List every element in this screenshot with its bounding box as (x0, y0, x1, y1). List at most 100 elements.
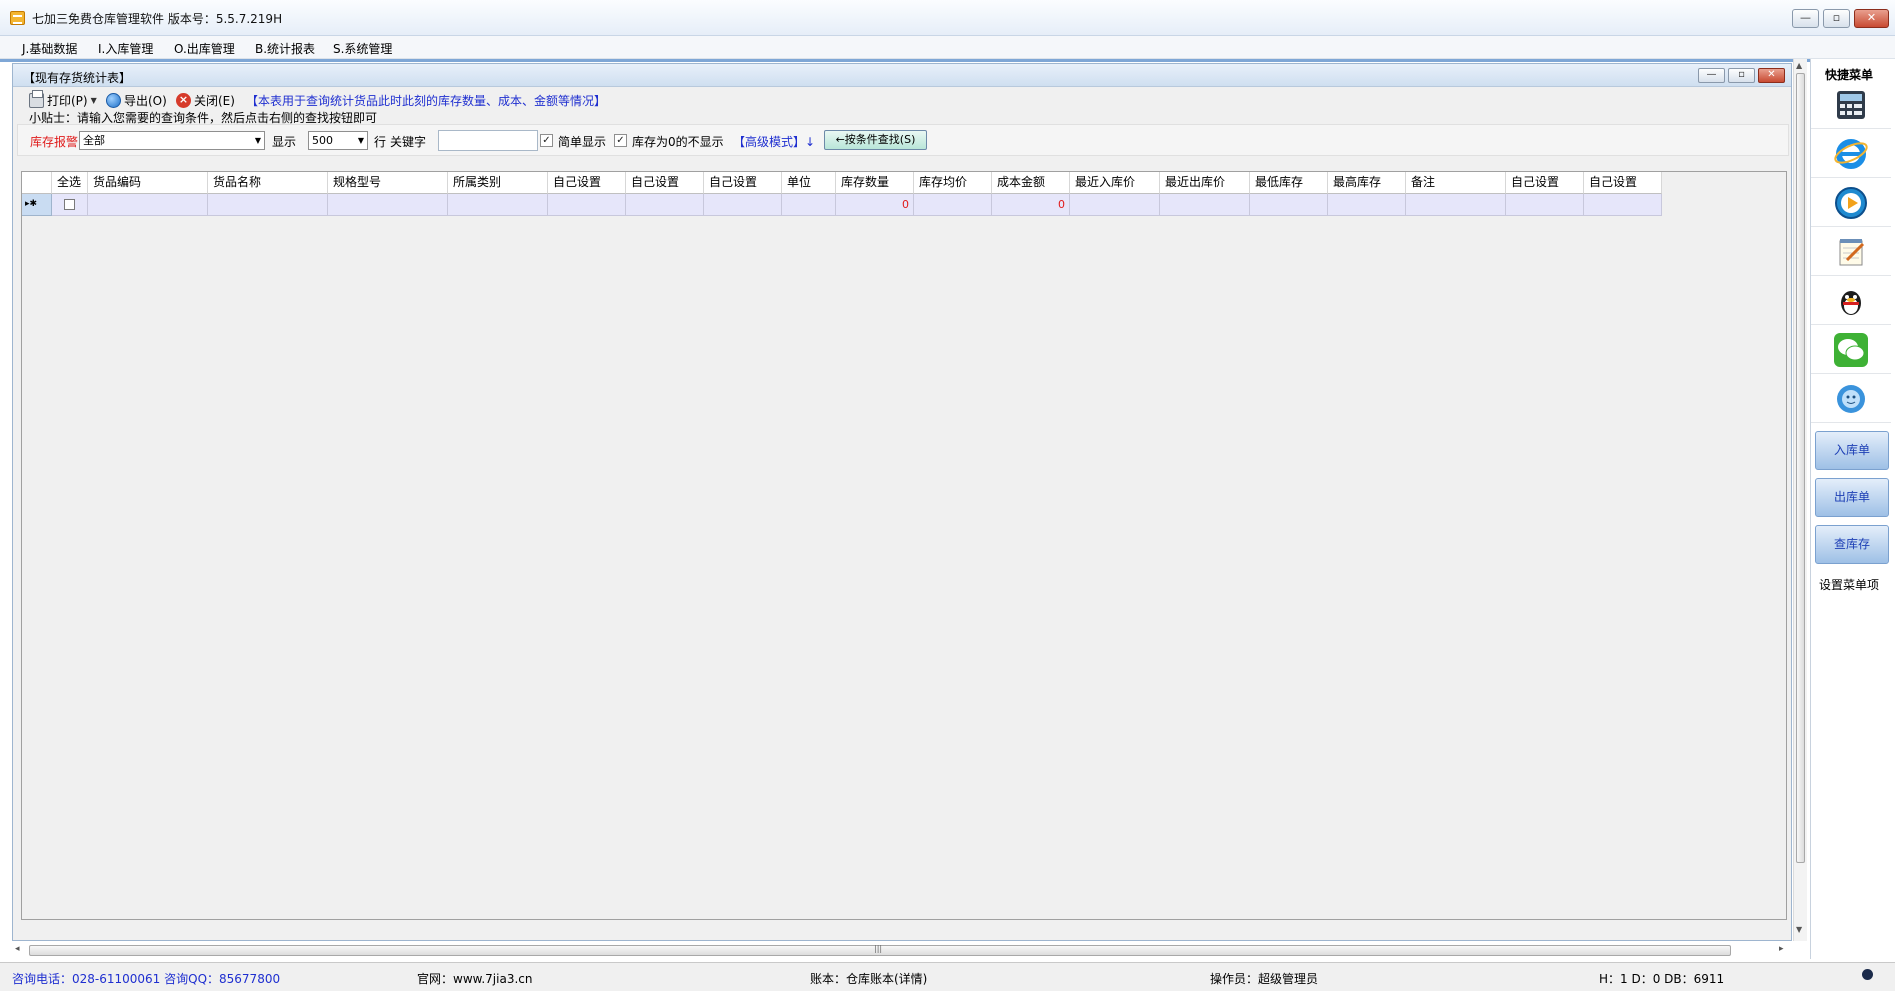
cell-last-in-price[interactable] (1070, 194, 1160, 216)
maximize-button[interactable]: ▫ (1823, 9, 1850, 28)
stock-alarm-value: 全部 (83, 134, 105, 147)
globe-icon (106, 93, 121, 108)
search-button[interactable]: ←按条件查找(S) (824, 130, 927, 150)
cell-item-name[interactable] (208, 194, 328, 216)
menu-outbound[interactable]: O.出库管理 (174, 40, 235, 57)
cell-custom-5[interactable] (1584, 194, 1662, 216)
col-stock-qty[interactable]: 库存数量 (836, 172, 914, 194)
col-item-code[interactable]: 货品编码 (88, 172, 208, 194)
keyword-input[interactable] (438, 130, 538, 151)
quick-browser[interactable] (1811, 130, 1891, 178)
status-website[interactable]: 官网：www.7jia3.cn (417, 970, 532, 987)
cell-min-stock[interactable] (1250, 194, 1328, 216)
status-account[interactable]: 账本：仓库账本(详情) (810, 970, 927, 987)
menu-inbound[interactable]: I.入库管理 (98, 40, 153, 57)
quick-online-service[interactable] (1811, 375, 1891, 423)
filter-bar: 库存报警 全部 ▼ 显示 500 ▼ 行 关键字 ✓ 简单显示 ✓ 库存为0的不… (17, 124, 1789, 156)
frame-stripe (0, 59, 1810, 62)
col-remark[interactable]: 备注 (1406, 172, 1506, 194)
col-spec[interactable]: 规格型号 (328, 172, 448, 194)
cell-custom-1[interactable] (548, 194, 626, 216)
show-count-value: 500 (312, 134, 333, 147)
wechat-icon (1834, 332, 1868, 367)
col-custom-4[interactable]: 自己设置 (1506, 172, 1584, 194)
col-custom-1[interactable]: 自己设置 (548, 172, 626, 194)
cell-cost-amount[interactable]: 0 (992, 194, 1070, 216)
col-max-stock[interactable]: 最高库存 (1328, 172, 1406, 194)
print-button[interactable]: 打印(P) ▼ (29, 90, 97, 109)
scroll-up-icon[interactable]: ▲ (1796, 61, 1802, 70)
keyword-label: 关键字 (390, 135, 427, 149)
cell-avg-price[interactable] (914, 194, 992, 216)
scroll-right-icon[interactable]: ▸ (1779, 944, 1784, 954)
stock-alarm-label: 库存报警 (30, 135, 79, 149)
app-title: 七加三免费仓库管理软件 版本号：5.5.7.219H (32, 12, 283, 26)
table-row[interactable]: ▸✱ 0 0 (22, 194, 1662, 216)
hide-zero-checkbox[interactable]: ✓ (614, 134, 627, 147)
stock-alarm-select[interactable]: 全部 ▼ (79, 131, 265, 150)
cell-max-stock[interactable] (1328, 194, 1406, 216)
cell-custom-2[interactable] (626, 194, 704, 216)
window-titlebar: 七加三免费仓库管理软件 版本号：5.5.7.219H — ▫ ✕ (0, 0, 1895, 36)
close-window-button[interactable]: ✕ (1854, 9, 1889, 28)
cell-remark[interactable] (1406, 194, 1506, 216)
advanced-mode-link[interactable]: 【高级模式】↓ (733, 133, 815, 150)
notepad-icon (1839, 238, 1865, 265)
child-minimize-button[interactable]: — (1698, 68, 1725, 83)
minimize-button[interactable]: — (1792, 9, 1819, 28)
child-close-button[interactable]: ✕ (1758, 68, 1785, 83)
quick-wechat[interactable] (1811, 326, 1891, 374)
quick-notepad[interactable] (1811, 228, 1891, 276)
col-min-stock[interactable]: 最低库存 (1250, 172, 1328, 194)
vertical-scroll-thumb[interactable] (1796, 73, 1805, 863)
cell-stock-qty[interactable]: 0 (836, 194, 914, 216)
col-custom-2[interactable]: 自己设置 (626, 172, 704, 194)
cell-item-code[interactable] (88, 194, 208, 216)
rows-label: 行 (374, 135, 387, 149)
quick-menu-settings[interactable]: 设置菜单项 (1819, 576, 1879, 593)
quick-media-player[interactable] (1811, 179, 1891, 227)
quick-check-stock-button[interactable]: 查库存 (1815, 525, 1889, 564)
simple-display-checkbox[interactable]: ✓ (540, 134, 553, 147)
cell-custom-3[interactable] (704, 194, 782, 216)
menu-basic-data[interactable]: J.基础数据 (22, 40, 77, 57)
export-button[interactable]: 导出(O) (106, 92, 167, 109)
col-last-out-price[interactable]: 最近出库价 (1160, 172, 1250, 194)
stock-report-window: 【现有存货统计表】 — ▫ ✕ 打印(P) ▼ 导出(O) × 关闭(E) 【本… (12, 63, 1792, 956)
cell-unit[interactable] (782, 194, 836, 216)
row-select-checkbox[interactable] (64, 199, 75, 210)
show-count-select[interactable]: 500 ▼ (308, 131, 368, 150)
online-service-icon (1837, 384, 1865, 413)
col-unit[interactable]: 单位 (782, 172, 836, 194)
scroll-left-icon[interactable]: ◂ (15, 944, 20, 954)
new-row-marker: ▸✱ (22, 194, 52, 216)
col-custom-3[interactable]: 自己设置 (704, 172, 782, 194)
horizontal-scrollbar[interactable]: ◂ ||| ▸ (13, 942, 1791, 959)
horizontal-scroll-thumb[interactable]: ||| (29, 944, 1731, 956)
col-item-name[interactable]: 货品名称 (208, 172, 328, 194)
cell-spec[interactable] (328, 194, 448, 216)
chevron-down-icon[interactable]: ▼ (91, 96, 97, 105)
child-maximize-button[interactable]: ▫ (1728, 68, 1755, 83)
menu-reports[interactable]: B.统计报表 (255, 40, 315, 57)
scroll-down-icon[interactable]: ▼ (1796, 925, 1802, 934)
menu-system[interactable]: S.系统管理 (333, 40, 392, 57)
cell-custom-4[interactable] (1506, 194, 1584, 216)
row-select-cell[interactable] (52, 194, 88, 216)
quick-qq[interactable] (1811, 277, 1891, 325)
quick-calculator[interactable] (1811, 81, 1891, 129)
col-select-all[interactable]: 全选 (52, 172, 88, 194)
child-title: 【现有存货统计表】 (23, 71, 132, 85)
col-last-in-price[interactable]: 最近入库价 (1070, 172, 1160, 194)
vertical-scrollbar[interactable]: ▲ ▼ (1793, 59, 1807, 941)
col-custom-5[interactable]: 自己设置 (1584, 172, 1662, 194)
col-category[interactable]: 所属类别 (448, 172, 548, 194)
close-report-button[interactable]: × 关闭(E) (176, 92, 235, 109)
col-cost-amount[interactable]: 成本金额 (992, 172, 1070, 194)
col-avg-price[interactable]: 库存均价 (914, 172, 992, 194)
print-label: 打印(P) (47, 94, 88, 108)
cell-category[interactable] (448, 194, 548, 216)
quick-outbound-button[interactable]: 出库单 (1815, 478, 1889, 517)
cell-last-out-price[interactable] (1160, 194, 1250, 216)
quick-inbound-button[interactable]: 入库单 (1815, 431, 1889, 470)
